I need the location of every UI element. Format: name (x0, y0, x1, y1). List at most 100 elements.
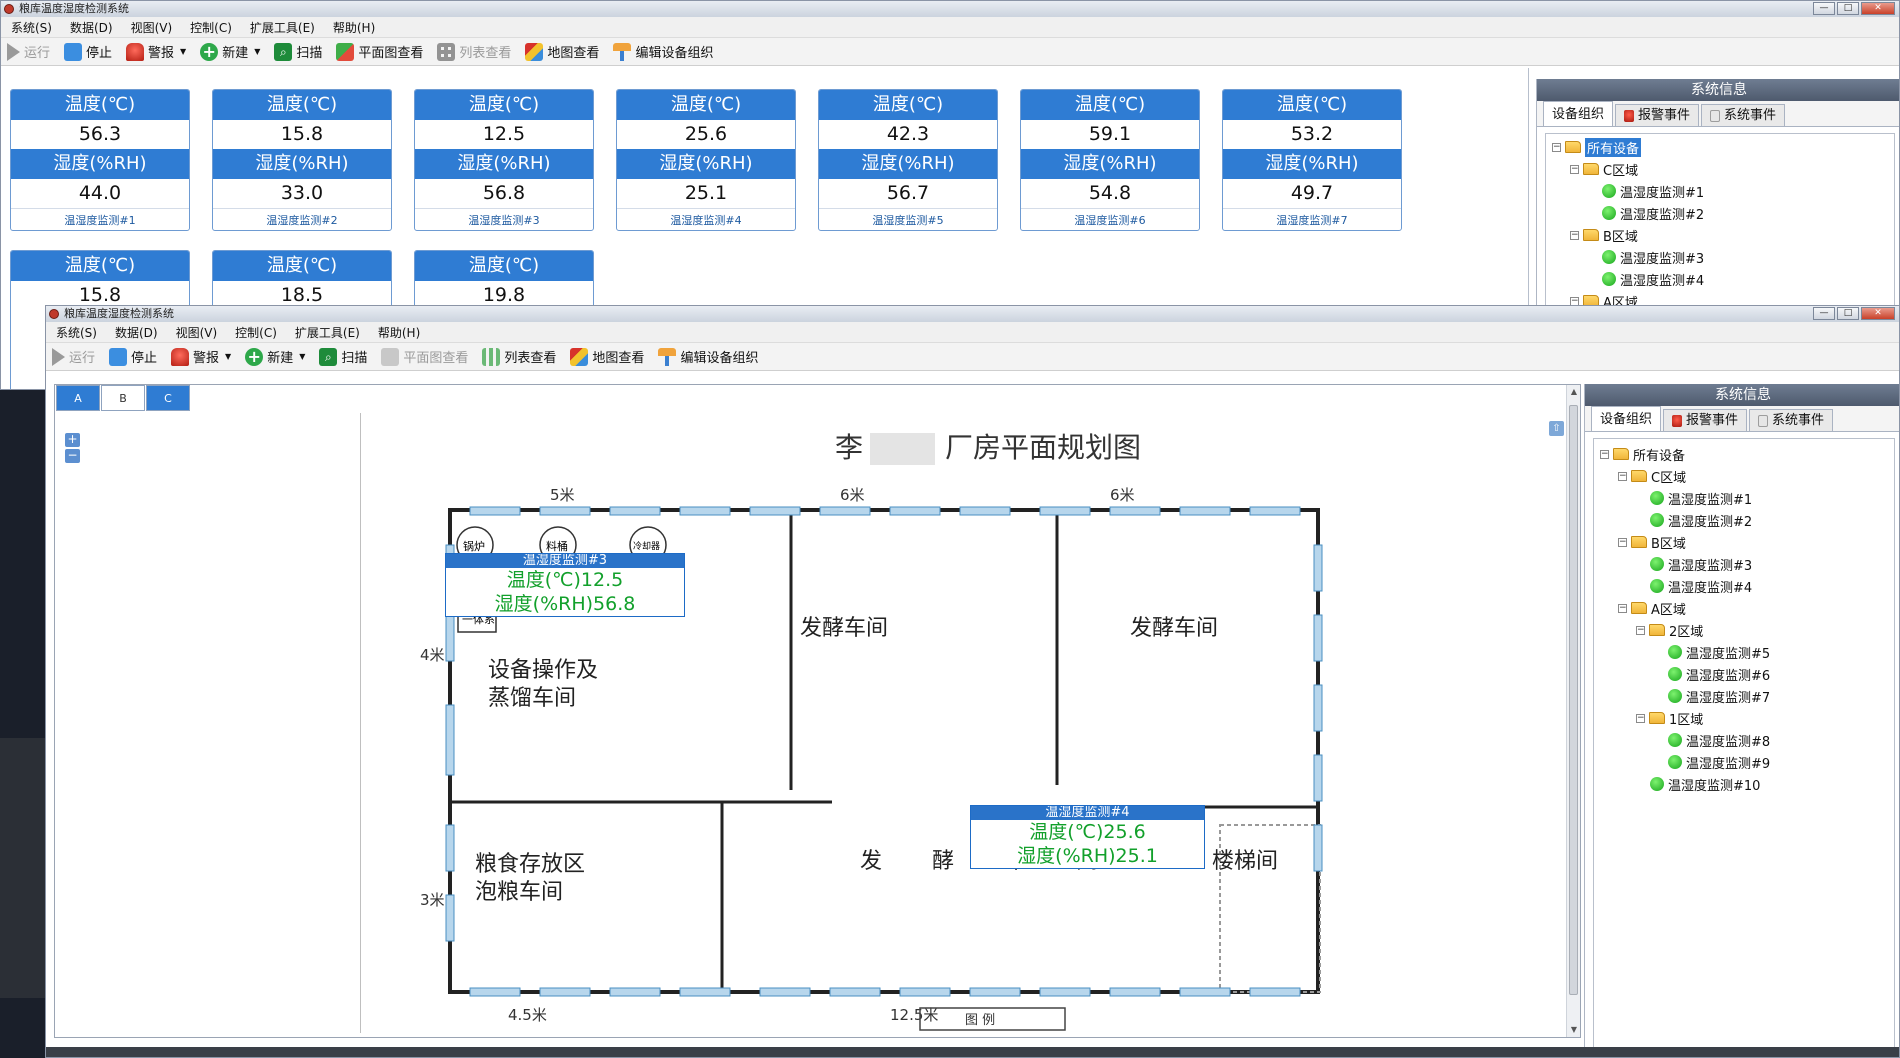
title-bar[interactable]: 粮库温度湿度检测系统 — □ ✕ (46, 306, 1899, 322)
sensor-card[interactable]: 温度(℃) 25.6 湿度(%RH) 25.1 温湿度监测#4 (616, 89, 796, 231)
scroll-top-button[interactable]: ⇧ (1549, 421, 1564, 436)
tree-node-root[interactable]: − 所有设备 (1552, 137, 1642, 157)
scan-button[interactable]: ⌕ 扫描 (274, 42, 322, 61)
sensor-card[interactable]: 温度(℃) 53.2 湿度(%RH) 49.7 温湿度监测#7 (1222, 89, 1402, 231)
sensor-card[interactable]: 温度(℃) 15.8 湿度(%RH) 33.0 温湿度监测#2 (212, 89, 392, 231)
plan-view-button[interactable]: 平面图查看 (381, 347, 468, 366)
map-view-button[interactable]: 地图查看 (570, 347, 644, 366)
tab-map-b[interactable]: B (101, 385, 145, 411)
tab-map-c[interactable]: C (146, 385, 190, 411)
menu-system[interactable]: 系统(S) (11, 19, 52, 36)
minimize-button[interactable]: — (1813, 2, 1835, 15)
menu-help[interactable]: 帮助(H) (333, 19, 375, 36)
collapse-icon[interactable]: − (1618, 537, 1627, 547)
vertical-scrollbar[interactable]: ▲ ▼ (1566, 385, 1580, 1037)
tree-node-device[interactable]: 温湿度监测#1 (1602, 182, 1704, 201)
collapse-icon[interactable]: − (1636, 625, 1645, 635)
stop-button[interactable]: 停止 (64, 42, 112, 61)
new-button[interactable]: + 新建 ▼ (200, 42, 260, 61)
sensor-popup[interactable]: 温湿度监测#4 温度(℃)25.6 湿度(%RH)25.1 (970, 805, 1205, 869)
scroll-down-icon[interactable]: ▼ (1567, 1023, 1581, 1037)
tree-node-device[interactable]: 温湿度监测#3 (1650, 555, 1752, 574)
menu-control[interactable]: 控制(C) (190, 19, 232, 36)
collapse-icon[interactable]: − (1570, 164, 1579, 174)
dropdown-arrow-icon[interactable]: ▼ (225, 352, 231, 361)
tree-node-zone-c[interactable]: − C区域 (1570, 160, 1638, 179)
tree-node-zone-c[interactable]: − C区域 (1618, 467, 1686, 486)
list-view-button[interactable]: 列表查看 (482, 347, 556, 366)
tree-node-zone-a1[interactable]: −1区域 (1636, 709, 1703, 728)
tab-device-org[interactable]: 设备组织 (1543, 101, 1614, 126)
edit-org-button[interactable]: 编辑设备组织 (658, 347, 758, 366)
sensor-card[interactable]: 温度(℃) 42.3 湿度(%RH) 56.7 温湿度监测#5 (818, 89, 998, 231)
menu-extend-tools[interactable]: 扩展工具(E) (250, 19, 315, 36)
tree-node-device[interactable]: 温湿度监测#4 (1650, 577, 1752, 596)
stop-button[interactable]: 停止 (109, 347, 157, 366)
title-bar[interactable]: 粮库温度湿度检测系统 — □ ✕ (1, 1, 1899, 17)
tree-node-device[interactable]: 温湿度监测#2 (1650, 511, 1752, 530)
tree-node-device[interactable]: 温湿度监测#6 (1668, 665, 1770, 684)
scrollbar-thumb[interactable] (1569, 405, 1578, 995)
menu-data[interactable]: 数据(D) (70, 19, 113, 36)
plan-view-button[interactable]: 平面图查看 (336, 42, 423, 61)
run-button[interactable]: 运行 (7, 42, 50, 61)
sensor-popup[interactable]: 温湿度监测#3 温度(℃)12.5 湿度(%RH)56.8 (445, 553, 685, 617)
sensor-card[interactable]: 温度(℃) 56.3 湿度(%RH) 44.0 温湿度监测#1 (10, 89, 190, 231)
collapse-icon[interactable]: − (1600, 449, 1609, 459)
tab-system-events[interactable]: 系统事件 (1701, 104, 1786, 126)
dropdown-arrow-icon[interactable]: ▼ (254, 47, 260, 56)
tree-node-root[interactable]: − 所有设备 (1600, 445, 1685, 464)
tree-node-zone-b[interactable]: − B区域 (1570, 226, 1638, 245)
tab-device-org[interactable]: 设备组织 (1591, 406, 1662, 431)
maximize-button[interactable]: □ (1837, 2, 1859, 15)
close-button[interactable]: ✕ (1861, 2, 1895, 15)
tab-alarm-events[interactable]: 报警事件 (1663, 409, 1748, 431)
tree-node-device[interactable]: 温湿度监测#2 (1602, 204, 1704, 223)
tree-node-device[interactable]: 温湿度监测#10 (1650, 775, 1760, 794)
run-button[interactable]: 运行 (52, 347, 95, 366)
dropdown-arrow-icon[interactable]: ▼ (180, 47, 186, 56)
zoom-in-button[interactable]: + (65, 433, 80, 447)
menu-system[interactable]: 系统(S) (56, 324, 97, 341)
collapse-icon[interactable]: − (1552, 142, 1561, 152)
maximize-button[interactable]: □ (1837, 307, 1859, 320)
collapse-icon[interactable]: − (1618, 471, 1627, 481)
tree-node-zone-a2[interactable]: −2区域 (1636, 621, 1703, 640)
map-view-button[interactable]: 地图查看 (525, 42, 599, 61)
dropdown-arrow-icon[interactable]: ▼ (299, 352, 305, 361)
alarm-button[interactable]: 警报 ▼ (126, 42, 186, 61)
tree-node-device[interactable]: 温湿度监测#4 (1602, 270, 1704, 289)
collapse-icon[interactable]: − (1636, 713, 1645, 723)
new-button[interactable]: + 新建 ▼ (245, 347, 305, 366)
tree-node-device[interactable]: 温湿度监测#3 (1602, 248, 1704, 267)
tab-system-events[interactable]: 系统事件 (1749, 409, 1834, 431)
edit-org-button[interactable]: 编辑设备组织 (613, 42, 713, 61)
tab-map-a[interactable]: A (56, 385, 100, 411)
tree-node-device[interactable]: 温湿度监测#7 (1668, 687, 1770, 706)
minimize-button[interactable]: — (1813, 307, 1835, 320)
tab-alarm-events[interactable]: 报警事件 (1615, 104, 1700, 126)
sensor-card[interactable]: 温度(℃) 59.1 湿度(%RH) 54.8 温湿度监测#6 (1020, 89, 1200, 231)
menu-help[interactable]: 帮助(H) (378, 324, 420, 341)
close-button[interactable]: ✕ (1861, 307, 1895, 320)
collapse-icon[interactable]: − (1570, 230, 1579, 240)
scan-button[interactable]: ⌕ 扫描 (319, 347, 367, 366)
list-view-button[interactable]: 列表查看 (437, 42, 511, 61)
tree-node-device[interactable]: 温湿度监测#9 (1668, 753, 1770, 772)
menu-extend-tools[interactable]: 扩展工具(E) (295, 324, 360, 341)
menu-control[interactable]: 控制(C) (235, 324, 277, 341)
menu-data[interactable]: 数据(D) (115, 324, 158, 341)
tree-node-device[interactable]: 温湿度监测#8 (1668, 731, 1770, 750)
tree-node-zone-b[interactable]: − B区域 (1618, 533, 1686, 552)
tree-node-device[interactable]: 温湿度监测#1 (1650, 489, 1752, 508)
tree-node-zone-a[interactable]: − A区域 (1618, 599, 1686, 618)
scroll-up-icon[interactable]: ▲ (1567, 385, 1581, 399)
menu-view[interactable]: 视图(V) (176, 324, 218, 341)
menu-view[interactable]: 视图(V) (131, 19, 173, 36)
tree-node-device[interactable]: 温湿度监测#5 (1668, 643, 1770, 662)
alarm-button[interactable]: 警报 ▼ (171, 347, 231, 366)
collapse-icon[interactable]: − (1618, 603, 1627, 613)
sensor-card[interactable]: 温度(℃) 12.5 湿度(%RH) 56.8 温湿度监测#3 (414, 89, 594, 231)
zoom-out-button[interactable]: − (65, 449, 80, 463)
temperature-value: 42.3 (886, 123, 930, 145)
